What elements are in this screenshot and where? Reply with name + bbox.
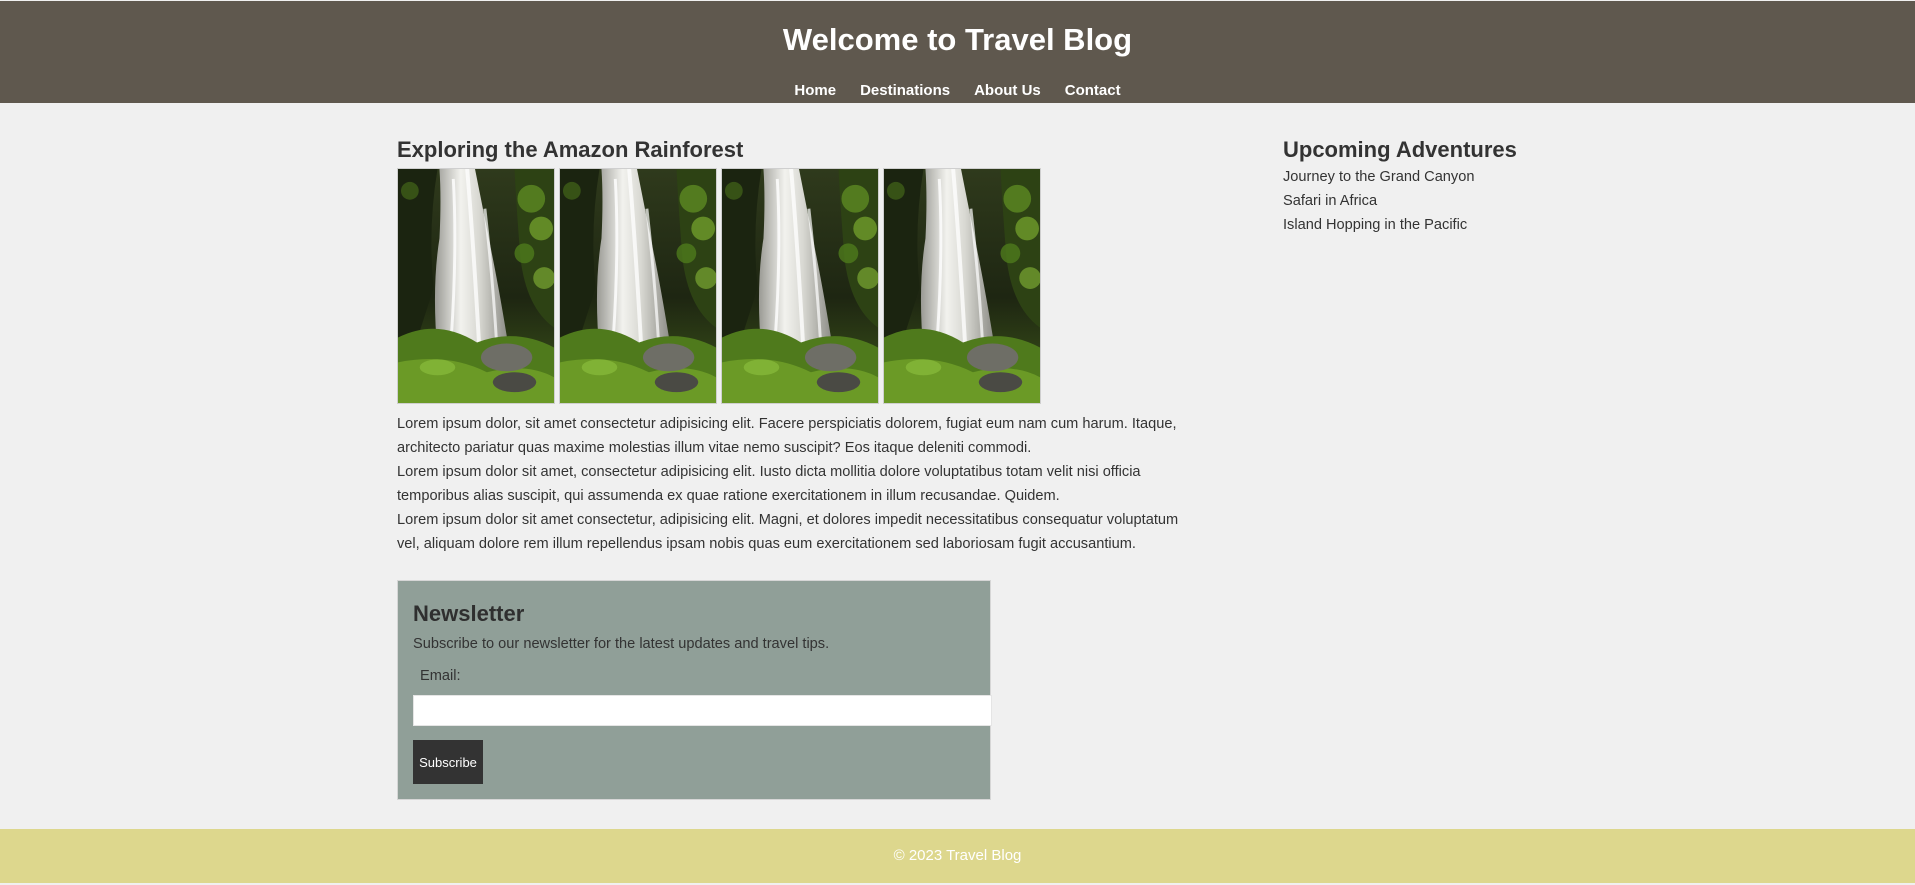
- adventure-item-grand-canyon[interactable]: Journey to the Grand Canyon: [1283, 165, 1683, 189]
- article-body: Lorem ipsum dolor, sit amet consectetur …: [397, 412, 1187, 556]
- article-paragraph-2: Lorem ipsum dolor sit amet, consectetur …: [397, 464, 1141, 504]
- subscribe-button[interactable]: Subscribe: [413, 740, 483, 784]
- site-header: Welcome to Travel Blog Home Destinations…: [0, 1, 1915, 103]
- waterfall-photo-2: [559, 168, 717, 404]
- photo-gallery: [397, 168, 1187, 404]
- site-title: Welcome to Travel Blog: [782, 22, 1133, 57]
- main-article: Exploring the Amazon Rainforest Lorem ip…: [397, 135, 1187, 556]
- adventures-list: Journey to the Grand Canyon Safari in Af…: [1283, 165, 1683, 237]
- newsletter-box: Newsletter Subscribe to our newsletter f…: [397, 580, 992, 800]
- nav-home-link[interactable]: Home: [794, 82, 836, 100]
- waterfall-photo-1: [397, 168, 555, 404]
- nav-destinations-link[interactable]: Destinations: [860, 82, 950, 100]
- sidebar-title: Upcoming Adventures: [1283, 137, 1517, 162]
- site-footer: © 2023 Travel Blog: [0, 829, 1915, 883]
- waterfall-photo-4: [883, 168, 1041, 404]
- sidebar: Upcoming Adventures Journey to the Grand…: [1283, 135, 1683, 237]
- footer-copyright: © 2023 Travel Blog: [893, 847, 1022, 864]
- email-input[interactable]: [413, 695, 992, 726]
- main-nav: Home Destinations About Us Contact: [0, 82, 1915, 100]
- waterfall-photo-3: [721, 168, 879, 404]
- newsletter-title: Newsletter: [413, 601, 525, 626]
- nav-contact-link[interactable]: Contact: [1065, 82, 1121, 100]
- adventure-item-safari[interactable]: Safari in Africa: [1283, 189, 1683, 213]
- article-paragraph-1: Lorem ipsum dolor, sit amet consectetur …: [397, 416, 1177, 456]
- article-title: Exploring the Amazon Rainforest: [397, 137, 744, 162]
- nav-about-us-link[interactable]: About Us: [974, 82, 1041, 100]
- article-paragraph-3: Lorem ipsum dolor sit amet consectetur, …: [397, 512, 1179, 552]
- email-label: Email:: [420, 668, 461, 684]
- newsletter-description: Subscribe to our newsletter for the late…: [413, 636, 830, 652]
- adventure-item-island-hopping[interactable]: Island Hopping in the Pacific: [1283, 213, 1683, 237]
